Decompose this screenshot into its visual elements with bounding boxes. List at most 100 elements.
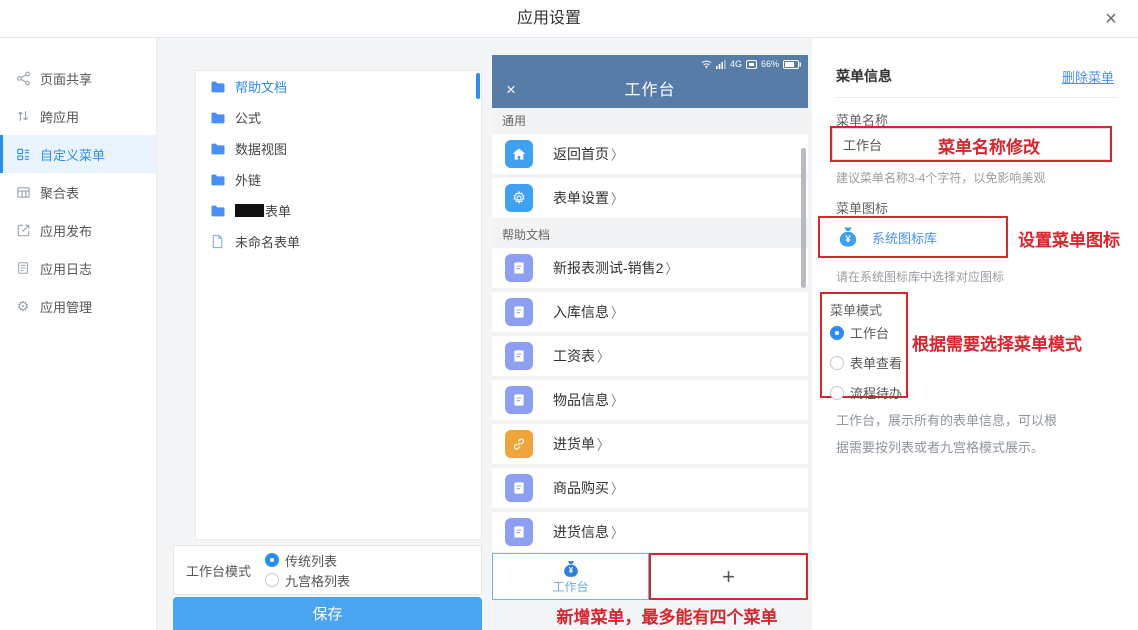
list-item-purchase-info[interactable]: 进货信息 〉 (492, 512, 808, 552)
doc-icon (505, 518, 533, 546)
redacted-text-block (235, 204, 264, 217)
folder-item-label: 数据视图 (235, 139, 287, 158)
mode-description-line1: 工作台，展示所有的表单信息，可以根 (836, 410, 1057, 429)
app-settings-dialog: 应用设置 × 页面共享 跨应用 自定义菜单 聚合表 应用发布 应用日志 (0, 0, 1138, 630)
signal-icon (716, 60, 726, 69)
tab-workbench-label: 工作台 (552, 578, 588, 595)
radio-mode-form-view[interactable]: 表单查看 (830, 353, 906, 372)
radio-icon (830, 386, 844, 400)
sidebar-item-label: 页面共享 (40, 69, 92, 88)
folder-item-external-link[interactable]: 外链 (196, 164, 481, 195)
annotation-mode-box: 菜单模式 工作台 表单查看 流程待办 (820, 292, 908, 398)
menu-icon-hint: 请在系统图标库中选择对应图标 (836, 268, 1004, 285)
sidebar-item-label: 聚合表 (40, 183, 79, 202)
list-section-header: 帮助文档 (492, 222, 808, 248)
sidebar-item-aggregate-table[interactable]: 聚合表 (0, 173, 156, 211)
chevron-right-icon: 〉 (611, 302, 623, 322)
wifi-icon (701, 60, 712, 69)
folder-item-label: 表单 (265, 201, 291, 220)
list-item-goods-purchase[interactable]: 商品购买 〉 (492, 468, 808, 508)
folder-item-help-docs[interactable]: 帮助文档 (196, 71, 481, 102)
chevron-right-icon: 〉 (597, 434, 609, 454)
folder-item-data-view[interactable]: 数据视图 (196, 133, 481, 164)
list-item-form-settings[interactable]: 表单设置 〉 (492, 178, 808, 218)
menu-name-label: 菜单名称 (836, 110, 888, 129)
list-item-report-test[interactable]: 新报表测试-销售2 〉 (492, 248, 808, 288)
form-folder-panel: 帮助文档 公式 数据视图 外链 表单 未命名表单 (195, 70, 482, 540)
folder-icon (210, 172, 226, 188)
phone-menu-list: 通用 返回首页 〉 表单设置 〉 帮助文档 新报表测试-销售2 〉 入库信息 〉 (492, 108, 808, 556)
annotation-icon-note: 设置菜单图标 (1018, 226, 1120, 251)
radio-traditional-list[interactable]: 传统列表 (265, 550, 350, 570)
list-item-salary-table[interactable]: 工资表 〉 (492, 336, 808, 376)
chevron-right-icon: 〉 (597, 346, 609, 366)
sidebar-item-label: 跨应用 (40, 107, 79, 126)
sidebar-item-label: 应用日志 (40, 259, 92, 278)
sidebar-item-app-log[interactable]: 应用日志 (0, 249, 156, 287)
radio-icon (830, 356, 844, 370)
folder-icon (210, 79, 226, 95)
menu-info-title: 菜单信息 (836, 68, 892, 84)
battery-icon (783, 60, 801, 69)
gear-icon: ⚙ (15, 298, 31, 314)
sidebar-item-page-share[interactable]: 页面共享 (0, 59, 156, 97)
table-icon (15, 184, 31, 200)
settings-sidebar: 页面共享 跨应用 自定义菜单 聚合表 应用发布 应用日志 ⚙ 应用管理 (0, 38, 157, 630)
phone-preview: 4G 66% × 工作台 通用 返回首页 〉 表单设置 〉 帮助文档 (492, 55, 808, 600)
folder-icon (210, 141, 226, 157)
sidebar-item-cross-app[interactable]: 跨应用 (0, 97, 156, 135)
menu-mode-label: 菜单模式 (830, 300, 906, 319)
link-icon (505, 430, 533, 458)
save-button[interactable]: 保存 (173, 597, 482, 630)
sidebar-item-app-publish[interactable]: 应用发布 (0, 211, 156, 249)
phone-close-icon[interactable]: × (506, 80, 516, 100)
folder-item-formula[interactable]: 公式 (196, 102, 481, 133)
close-icon[interactable]: × (1098, 6, 1124, 32)
folder-item-label: 未命名表单 (235, 232, 300, 251)
annotation-mode-note: 根据需要选择菜单模式 (912, 330, 1082, 355)
folder-item-label: 外链 (235, 170, 261, 189)
folder-item-unnamed-form[interactable]: 未命名表单 (196, 226, 481, 257)
menu-name-hint: 建议菜单名称3-4个字符，以免影响美观 (836, 169, 1045, 186)
list-section-header: 通用 (492, 108, 808, 134)
network-type-label: 4G (730, 59, 742, 69)
list-item-inbound-info[interactable]: 入库信息 〉 (492, 292, 808, 332)
radio-mode-workbench[interactable]: 工作台 (830, 323, 906, 342)
money-bag-icon: ¥ (561, 559, 581, 579)
delete-menu-link[interactable]: 删除菜单 (1062, 67, 1114, 86)
menu-icon-label: 菜单图标 (836, 198, 888, 217)
gear-icon (505, 184, 533, 212)
icon-library-label: 系统图标库 (872, 228, 937, 247)
share-icon (15, 70, 31, 86)
icon-library-button[interactable]: ¥ 系统图标库 (818, 216, 1008, 258)
folder-panel-scrollbar[interactable] (476, 73, 480, 99)
list-item-goods-info[interactable]: 物品信息 〉 (492, 380, 808, 420)
sidebar-item-app-manage[interactable]: ⚙ 应用管理 (0, 287, 156, 325)
phone-list-scrollbar[interactable] (801, 148, 806, 288)
folder-icon (210, 203, 226, 219)
volte-icon (746, 60, 757, 69)
sidebar-item-custom-menu[interactable]: 自定义菜单 (0, 135, 156, 173)
file-icon (210, 234, 226, 250)
list-item-purchase-order[interactable]: 进货单 〉 (492, 424, 808, 464)
home-icon (505, 140, 533, 168)
tab-add-menu[interactable]: + (649, 553, 808, 600)
radio-selected-icon (265, 553, 279, 567)
menu-name-field-wrap: 菜单名称修改 (832, 128, 1110, 160)
workbench-mode-box: 工作台模式 传统列表 九宫格列表 (173, 545, 482, 595)
folder-item-redacted-form[interactable]: 表单 (196, 195, 481, 226)
dialog-header: 应用设置 × (0, 0, 1138, 38)
dialog-title: 应用设置 (0, 0, 1098, 38)
radio-icon (265, 573, 279, 587)
radio-mode-process-todo[interactable]: 流程待办 (830, 383, 906, 402)
menu-info-panel: 菜单信息 删除菜单 菜单名称 菜单名称修改 建议菜单名称3-4个字符，以免影响美… (812, 38, 1138, 630)
sidebar-item-label: 应用管理 (40, 297, 92, 316)
list-item-home[interactable]: 返回首页 〉 (492, 134, 808, 174)
swap-icon (15, 108, 31, 124)
tab-workbench[interactable]: ¥ 工作台 (492, 553, 649, 600)
doc-icon (505, 386, 533, 414)
radio-grid-list[interactable]: 九宫格列表 (265, 570, 350, 590)
doc-icon (505, 298, 533, 326)
money-bag-icon: ¥ (836, 225, 860, 249)
phone-title: 工作台 (492, 73, 808, 108)
